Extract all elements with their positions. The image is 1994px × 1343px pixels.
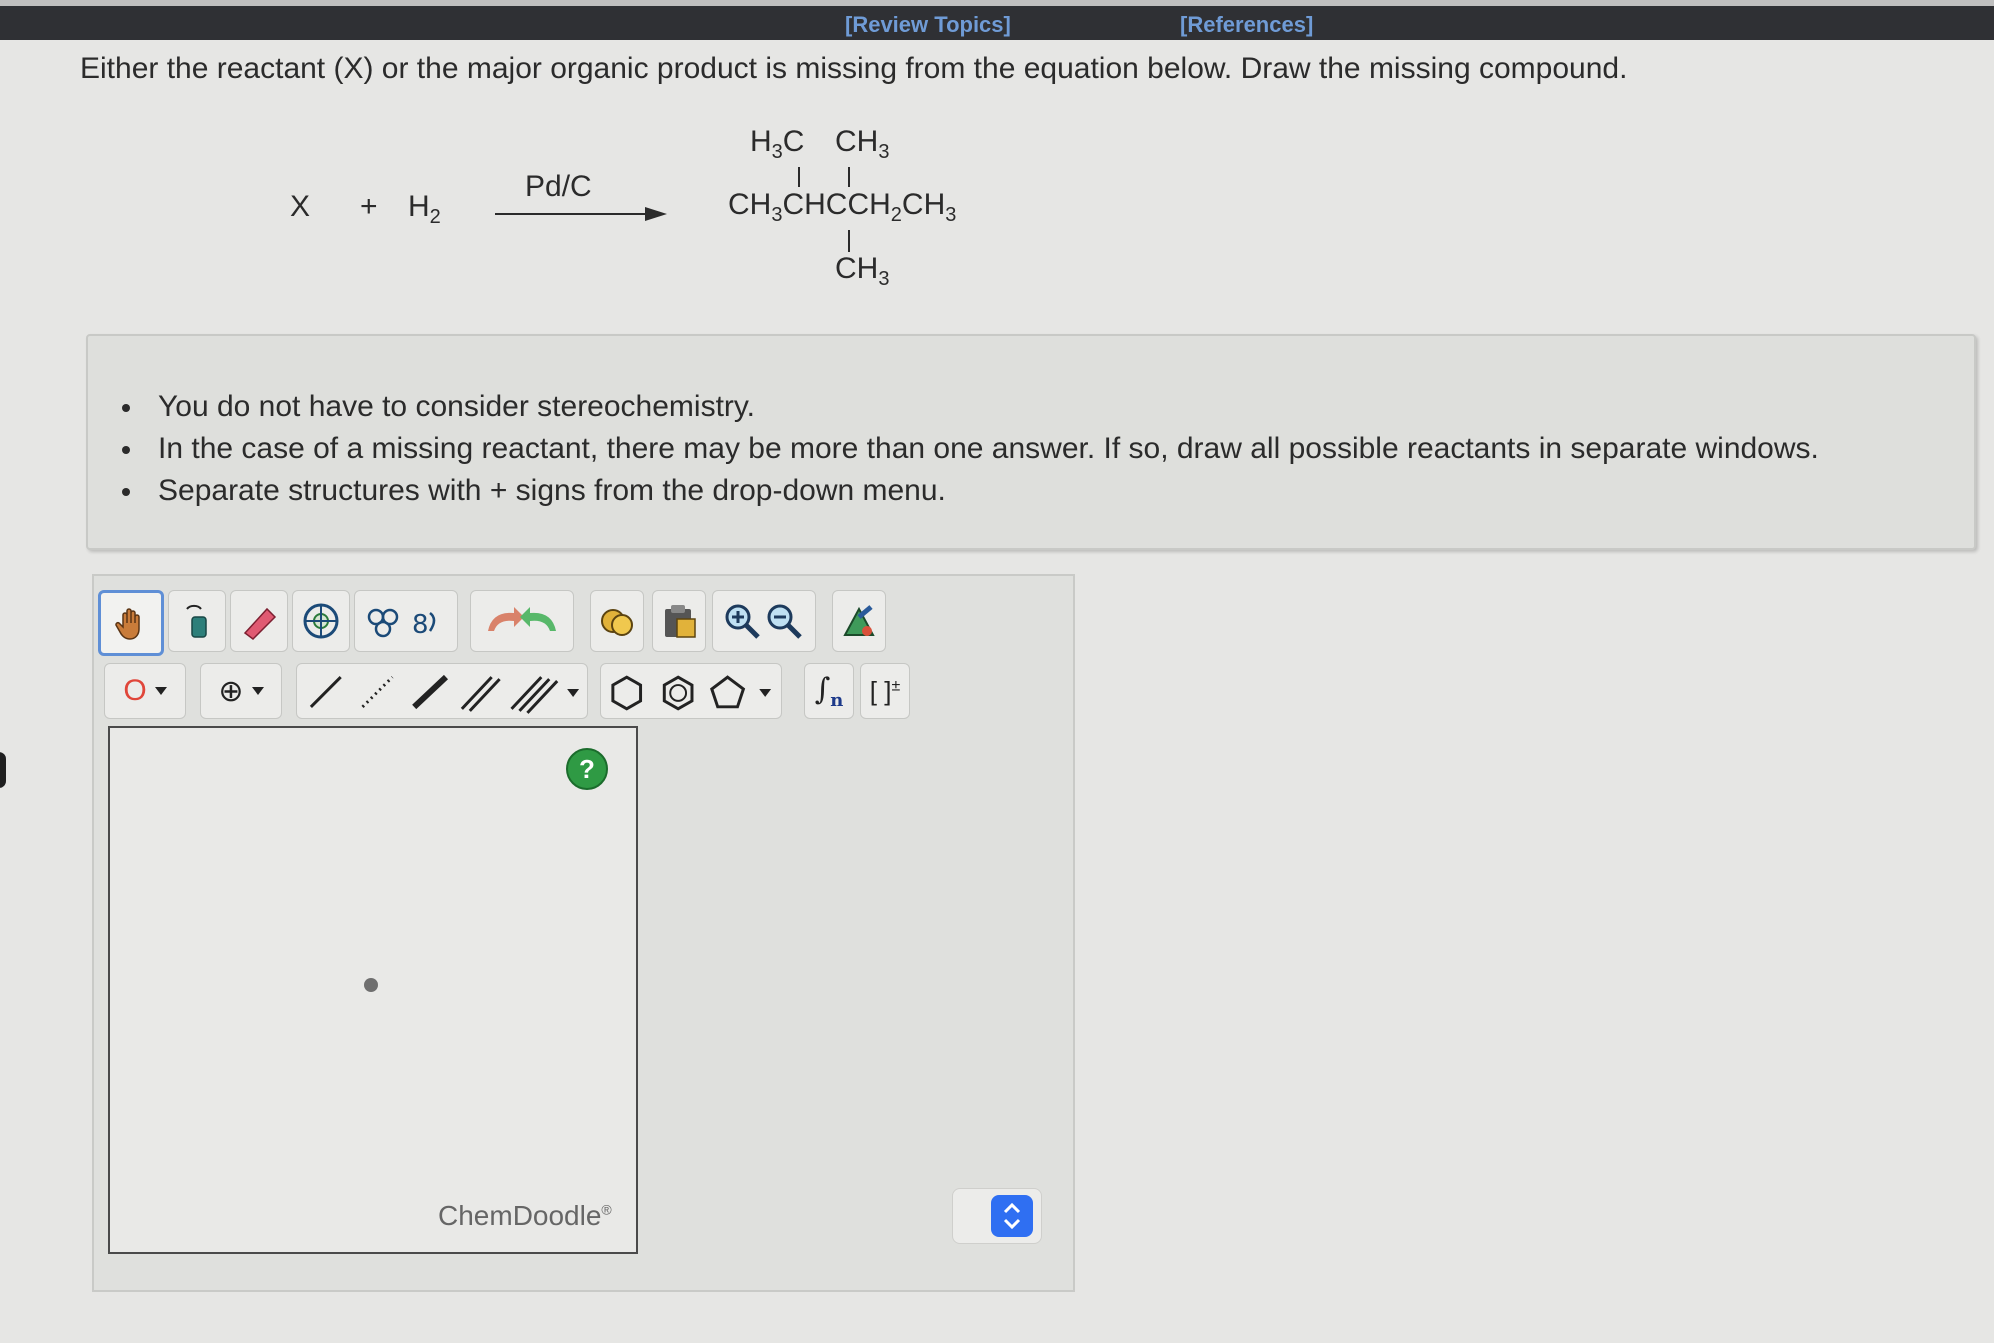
edge-marker <box>0 752 6 788</box>
repeat-unit-button[interactable]: ∫n <box>804 663 854 719</box>
charge-selector[interactable]: ⊕ <box>200 663 282 719</box>
templates-tool-button[interactable] <box>292 590 350 652</box>
bond-line <box>798 167 800 187</box>
question-text: Either the reactant (X) or the major org… <box>80 52 1628 85</box>
reaction-equation: X + H2 Pd/C H3C CH3 CH3CHCCH2CH3 CH3 <box>280 125 1020 315</box>
copy-icon <box>601 609 633 636</box>
bond-line <box>848 230 850 252</box>
instruction-item: You do not have to consider stereochemis… <box>122 386 1819 428</box>
zoom-group[interactable] <box>712 590 816 652</box>
bond-line <box>848 167 850 187</box>
eraser-icon <box>243 607 277 640</box>
instructions-box: You do not have to consider stereochemis… <box>86 334 1976 550</box>
instruction-item: Separate structures with + signs from th… <box>122 470 1819 512</box>
chain-tools-button[interactable]: 8 <box>354 590 458 652</box>
chain-icon: 8 <box>367 608 436 640</box>
charge-icon: ⊕ <box>218 674 244 708</box>
undo-redo-group[interactable] <box>470 590 574 652</box>
reaction-arrow-head <box>645 207 667 221</box>
stepper-button[interactable] <box>991 1195 1033 1237</box>
bracket-button[interactable]: [ ]± <box>860 663 910 719</box>
bond-tools-group[interactable] <box>296 663 588 719</box>
atom-selector[interactable]: O <box>104 663 186 719</box>
instruction-item: In the case of a missing reactant, there… <box>122 428 1819 470</box>
atom-label: O <box>123 674 147 707</box>
bond-types-icon <box>309 674 580 714</box>
product-h3c-label: H3C <box>750 125 805 163</box>
paste-icon <box>665 605 696 638</box>
product-ch3-bottom-label: CH3 <box>835 252 890 290</box>
up-down-chevron-icon <box>1003 1202 1021 1230</box>
reactant-x: X <box>290 190 311 223</box>
copy-button[interactable] <box>590 590 644 652</box>
zoom-icon <box>725 604 802 639</box>
hand-icon <box>115 608 140 640</box>
hand-tool-button[interactable] <box>98 590 164 656</box>
reaction-arrow <box>495 213 655 215</box>
paste-button[interactable] <box>652 590 706 652</box>
window-stepper[interactable] <box>952 1188 1042 1244</box>
bracket-icon: [ ]± <box>869 675 901 706</box>
ring-shapes-icon <box>611 675 772 711</box>
catalyst-label: Pd/C <box>525 170 592 203</box>
svg-text:8: 8 <box>412 610 429 640</box>
hydrogen-reagent: H2 <box>408 190 441 228</box>
chevron-down-icon <box>251 687 264 695</box>
product-ch3-top-label: CH3 <box>835 125 890 163</box>
references-link[interactable]: [References] <box>1180 12 1313 38</box>
eraser-tool-button[interactable] <box>230 590 288 652</box>
lasso-tool-button[interactable] <box>168 590 226 652</box>
clean-icon <box>843 605 875 636</box>
repeat-unit-icon: ∫n <box>814 671 844 711</box>
clean-structure-button[interactable] <box>832 590 886 652</box>
help-button[interactable]: ? <box>566 748 608 790</box>
plus-sign: + <box>360 190 378 223</box>
ring-tools-group[interactable] <box>600 663 782 719</box>
top-bar: [Review Topics] [References] <box>0 0 1994 40</box>
review-topics-link[interactable]: [Review Topics] <box>845 12 1011 38</box>
lasso-icon <box>186 604 207 638</box>
ring-template-icon <box>303 603 339 639</box>
instructions-list: You do not have to consider stereochemis… <box>122 386 1819 512</box>
canvas-dot <box>364 978 378 992</box>
chemdoodle-brand: ChemDoodle® <box>438 1200 612 1231</box>
product-main-chain: CH3CHCCH2CH3 <box>728 188 957 226</box>
chevron-down-icon <box>154 687 167 695</box>
undo-redo-icon <box>488 607 556 631</box>
